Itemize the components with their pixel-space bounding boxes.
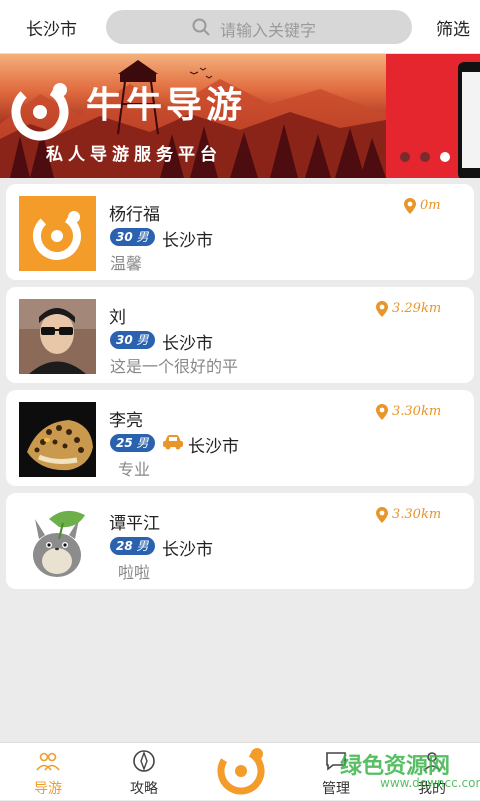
guide-distance: 3.30km <box>392 404 442 419</box>
guide-description: 啦啦 <box>118 563 151 582</box>
avatar <box>19 299 96 374</box>
guide-description: 专业 <box>118 460 151 479</box>
watermark-url: www.downcc.com <box>380 776 480 790</box>
tab-guides-strategy[interactable]: 攻略 <box>112 743 176 801</box>
top-bar: 长沙市 请输入关键字 筛选 <box>0 0 480 54</box>
age-gender-badge: 25 男 <box>110 434 155 452</box>
location-pin-icon <box>404 198 416 214</box>
location-pin-icon <box>376 301 388 317</box>
filter-button[interactable]: 筛选 <box>436 15 470 40</box>
guide-card[interactable]: 谭平江 28 男 长沙市 啦啦 3.30km <box>6 493 474 589</box>
app-home-button[interactable] <box>214 742 268 796</box>
leopard-photo <box>19 402 96 477</box>
app-logo-icon <box>33 211 81 260</box>
phone-illustration <box>458 62 480 178</box>
guide-card[interactable]: 李亮 25 男 长沙市 专业 3.30km <box>6 390 474 486</box>
banner-title: 牛牛导游 <box>86 84 247 126</box>
pager-dot-active[interactable] <box>440 152 450 162</box>
age-gender-badge: 30 男 <box>110 228 155 246</box>
search-icon <box>192 18 210 36</box>
car-icon <box>163 435 183 450</box>
guide-distance: 0m <box>420 198 441 213</box>
tab-label: 攻略 <box>130 781 158 797</box>
guide-name: 杨行福 <box>109 205 160 225</box>
guide-city: 长沙市 <box>188 437 239 457</box>
tab-label: 导游 <box>34 781 62 797</box>
pager-dot[interactable] <box>400 152 410 162</box>
people-icon <box>36 752 60 771</box>
age-gender-badge: 28 男 <box>110 537 155 555</box>
tab-guides[interactable]: 导游 <box>16 743 80 801</box>
age-gender-badge: 30 男 <box>110 331 155 349</box>
search-placeholder: 请输入关键字 <box>220 21 317 40</box>
man-sunglasses-photo <box>19 299 96 374</box>
location-pin-icon <box>376 507 388 523</box>
guide-name: 谭平江 <box>109 514 160 534</box>
avatar <box>19 402 96 477</box>
guide-name: 李亮 <box>109 411 143 431</box>
guide-description: 这是一个很好的平 <box>110 357 239 376</box>
app-logo-icon <box>11 83 69 141</box>
avatar <box>19 505 96 580</box>
banner-subtitle: 私人导游服务平台 <box>46 145 222 165</box>
location-pin-icon <box>376 404 388 420</box>
totoro-plush-photo <box>19 505 96 580</box>
city-selector[interactable]: 长沙市 <box>26 15 77 40</box>
guide-city: 长沙市 <box>162 334 213 354</box>
guide-distance: 3.29km <box>392 301 442 316</box>
guide-name: 刘 <box>109 308 126 328</box>
tab-label: 管理 <box>322 781 350 797</box>
guide-description: 温馨 <box>110 254 143 273</box>
guide-city: 长沙市 <box>162 231 213 251</box>
search-input[interactable]: 请输入关键字 <box>106 10 412 44</box>
avatar <box>19 196 96 271</box>
guide-distance: 3.30km <box>392 507 442 522</box>
guide-card[interactable]: 刘 30 男 长沙市 这是一个很好的平 3.29km <box>6 287 474 383</box>
guide-card[interactable]: 杨行福 30 男 长沙市 温馨 0m <box>6 184 474 280</box>
compass-icon <box>133 750 155 772</box>
guide-city: 长沙市 <box>162 540 213 560</box>
pager-dot[interactable] <box>420 152 430 162</box>
